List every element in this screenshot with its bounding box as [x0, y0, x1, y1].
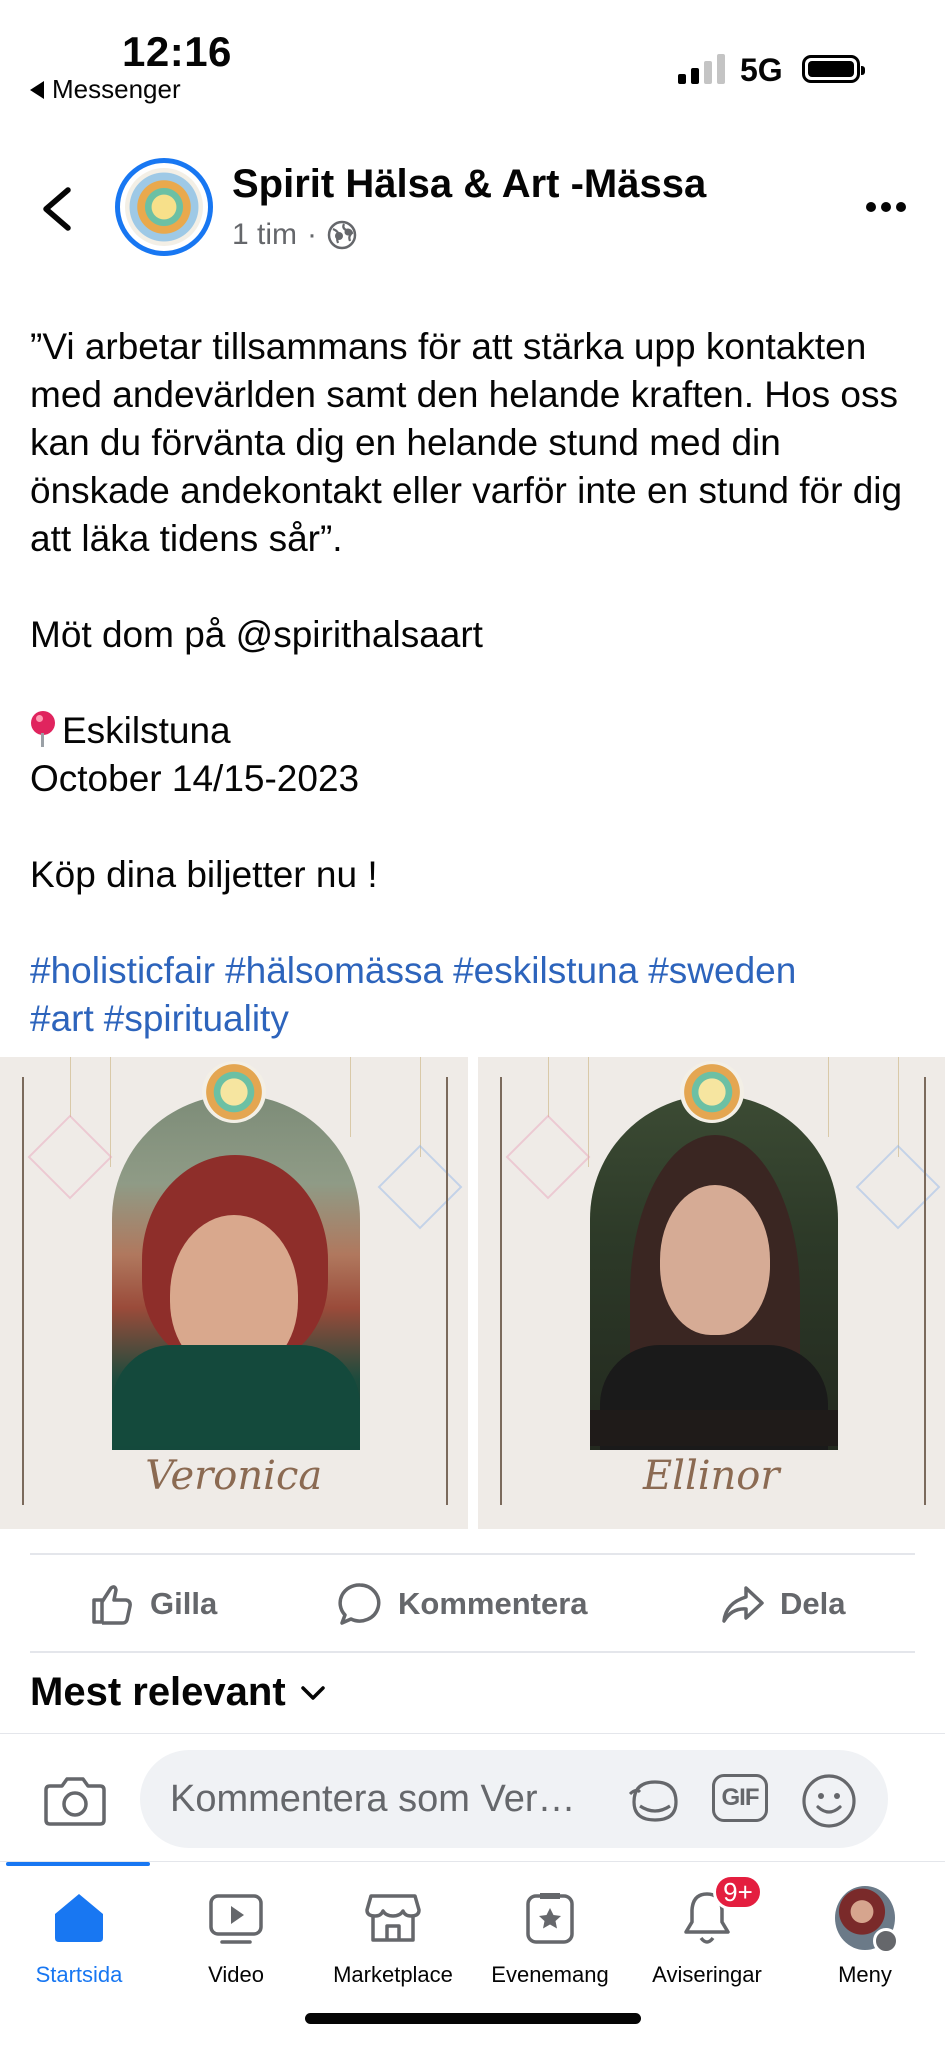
hashtag-link[interactable]: #eskilstuna [453, 950, 638, 991]
post-age[interactable]: 1 tim [232, 218, 297, 252]
comment-button[interactable]: Kommentera [336, 1556, 588, 1652]
menu-lines-icon [873, 1928, 899, 1954]
back-triangle-icon [30, 80, 44, 99]
image-caption: Veronica [145, 1453, 323, 1499]
tab-marketplace[interactable]: Marketplace [314, 1888, 472, 1988]
home-indicator [305, 2013, 641, 2024]
comment-sort-dropdown[interactable]: Mest relevant [30, 1670, 326, 1715]
network-type: 5G [740, 52, 783, 88]
share-label: Dela [780, 1586, 846, 1621]
portrait-photo [589, 1095, 838, 1450]
tab-label: Marketplace [333, 1962, 453, 1987]
gif-button[interactable]: GIF [712, 1774, 768, 1822]
camera-icon[interactable] [44, 1772, 106, 1828]
battery-icon [802, 55, 865, 83]
hashtag-list: #holisticfair #hälsomässa #eskilstuna #swed… [30, 947, 920, 1043]
event-logo [679, 1061, 744, 1123]
post-quote: ”Vi arbetar tillsammans för att stärka u… [30, 326, 903, 559]
post-meet: Möt dom på @spirithalsaart [30, 614, 483, 655]
status-bar: 12:16 Messenger 5G [0, 0, 945, 110]
image-caption: Ellinor [642, 1453, 780, 1499]
like-button[interactable]: Gilla [88, 1556, 217, 1652]
divider [30, 1651, 915, 1653]
event-logo [202, 1061, 266, 1123]
post-header: Spirit Hälsa & Art -Mässa 1 tim · [0, 150, 945, 270]
profile-avatar [835, 1886, 899, 1954]
share-button[interactable]: Dela [718, 1556, 845, 1652]
tab-events[interactable]: Evenemang [471, 1888, 629, 1988]
share-arrow-icon [722, 1586, 764, 1623]
hashtag-link[interactable]: #sweden [648, 950, 796, 991]
page-logo [125, 168, 203, 246]
tab-notifications[interactable]: 9+ Aviseringar [628, 1874, 786, 1988]
portrait-photo [112, 1095, 360, 1450]
post-actions: Gilla Kommentera Dela [0, 1556, 945, 1652]
tab-label: Meny [838, 1962, 892, 1987]
chevron-down-icon [300, 1685, 325, 1700]
shop-icon [365, 1894, 421, 1942]
divider [30, 1553, 915, 1555]
sort-label: Mest relevant [30, 1670, 286, 1714]
tab-label: Aviseringar [652, 1962, 762, 1987]
hashtag-link[interactable]: #holisticfair [30, 950, 215, 991]
comment-bubble-icon [338, 1583, 381, 1625]
comment-composer: Kommentera som Ver… GIF [0, 1733, 945, 1861]
active-tab-indicator [6, 1862, 150, 1866]
notification-badge: 9+ [713, 1874, 763, 1910]
emoji-icon[interactable] [800, 1772, 858, 1830]
like-label: Gilla [150, 1586, 218, 1621]
post-location-line: Eskilstuna [30, 707, 920, 755]
tab-video[interactable]: Video [157, 1888, 315, 1988]
post-cta: Köp dina biljetter nu ! [30, 854, 378, 895]
pushpin-icon [30, 711, 56, 747]
calendar-star-icon [526, 1893, 574, 1944]
page-name[interactable]: Spirit Hälsa & Art -Mässa [232, 162, 706, 207]
back-to-messenger[interactable]: Messenger [30, 74, 181, 105]
comment-label: Kommentera [398, 1586, 588, 1621]
post-images: Veronica Ellinor [0, 1057, 945, 1529]
tab-label: Evenemang [491, 1962, 609, 1987]
comment-placeholder: Kommentera som Ver… [170, 1778, 576, 1820]
post-text: ”Vi arbetar tillsammans för att stärka u… [30, 323, 920, 1043]
tab-label: Startsida [35, 1962, 123, 1987]
post-meta: 1 tim · [232, 218, 357, 252]
tab-home[interactable]: Startsida [0, 1888, 158, 1988]
post-date: October 14/15-2023 [30, 758, 360, 799]
tab-menu[interactable]: Meny [786, 1886, 944, 1988]
home-icon [55, 1894, 103, 1942]
video-icon [209, 1894, 263, 1944]
page-avatar[interactable] [115, 158, 213, 256]
hashtag-link[interactable]: #hälsomässa [225, 950, 443, 991]
signal-icon [678, 52, 725, 84]
hashtag-link[interactable]: #art [30, 998, 94, 1039]
more-options-icon[interactable] [866, 202, 906, 212]
thumbs-up-icon [92, 1585, 132, 1625]
image-card[interactable]: Ellinor [477, 1057, 945, 1529]
comment-input[interactable]: Kommentera som Ver… GIF [140, 1750, 888, 1848]
clock: 12:16 [122, 28, 232, 75]
meta-separator: · [307, 218, 318, 251]
avatar-sticker-icon[interactable] [626, 1772, 684, 1830]
back-arrow-icon[interactable] [38, 186, 78, 232]
notifications-icon-wrap: 9+ [677, 1874, 763, 1948]
globe-icon [327, 220, 357, 250]
post-location: Eskilstuna [62, 710, 231, 751]
tab-label: Video [208, 1962, 264, 1987]
back-app-label: Messenger [52, 74, 181, 104]
hashtag-link[interactable]: #spirituality [104, 998, 289, 1039]
image-card[interactable]: Veronica [0, 1057, 468, 1529]
